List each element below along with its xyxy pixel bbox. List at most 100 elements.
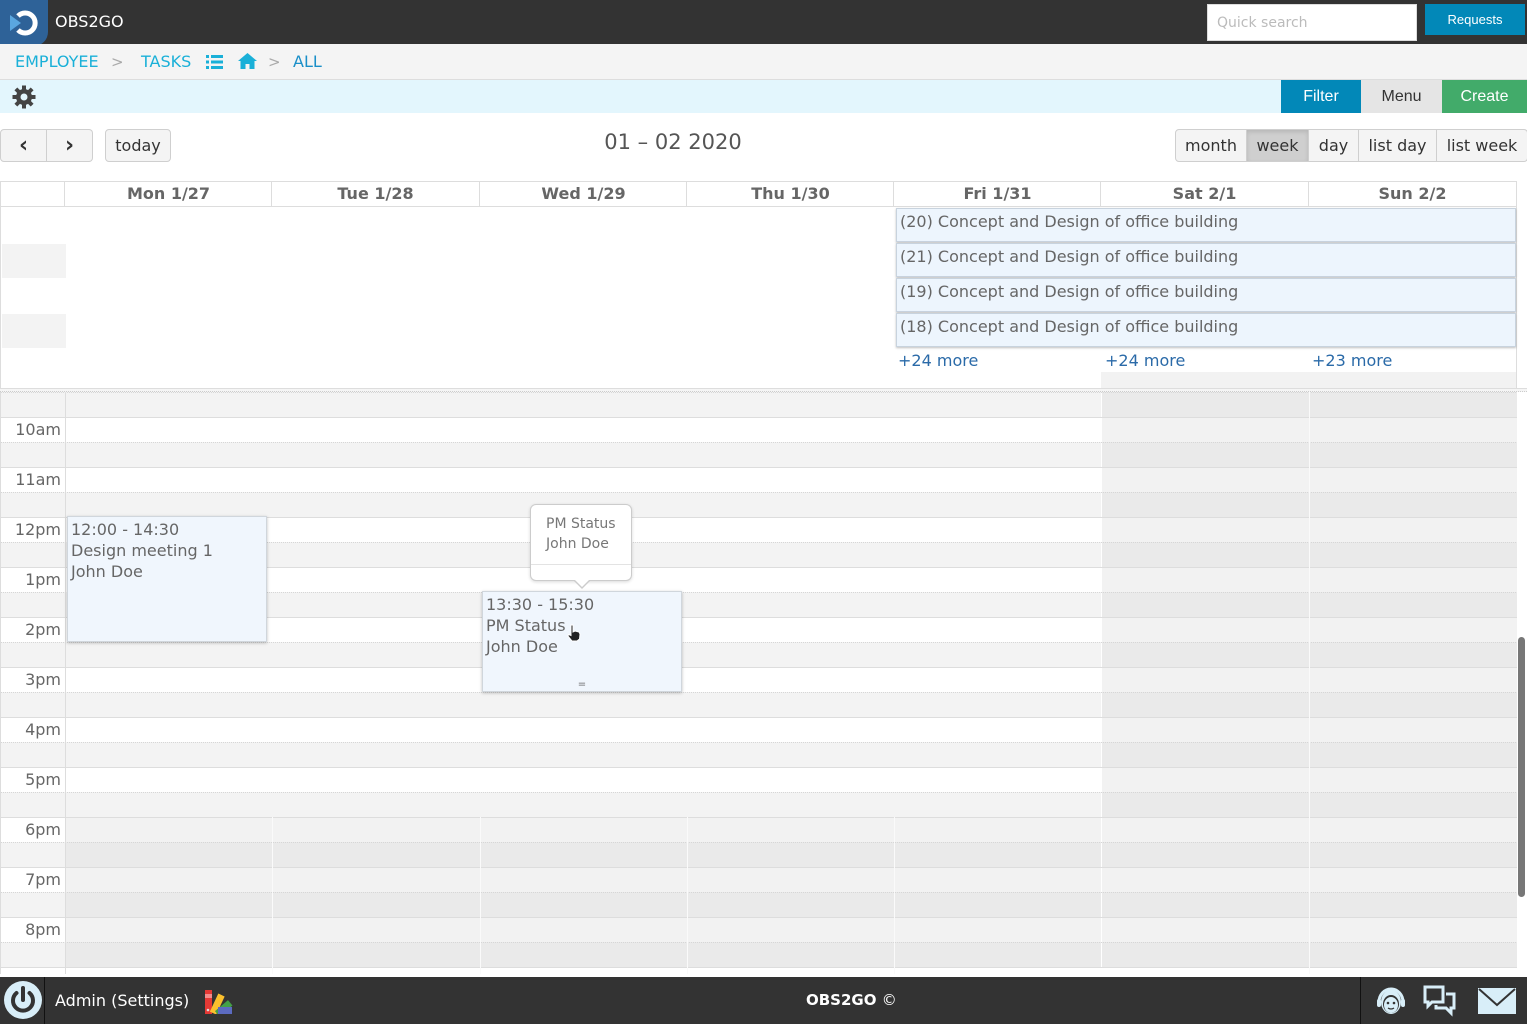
half-hour-line (1, 842, 1517, 867)
day-column-line (1309, 392, 1310, 974)
event-design-meeting[interactable]: 12:00 - 14:30 Design meeting 1 John Doe (67, 516, 267, 642)
hour-line (1, 467, 1517, 492)
day-header-sun[interactable]: Sun 2/2 (1308, 181, 1517, 207)
time-label: 10am (15, 420, 61, 439)
time-label: 11am (15, 470, 61, 489)
weekend-shade (1101, 372, 1516, 389)
quick-search-input[interactable] (1207, 4, 1417, 41)
view-week-button[interactable]: week (1247, 129, 1309, 162)
more-link-sat[interactable]: +24 more (1105, 351, 1185, 370)
menu-button[interactable]: Menu (1361, 80, 1442, 113)
day-header-tue[interactable]: Tue 1/28 (271, 181, 479, 207)
time-label: 1pm (25, 570, 61, 589)
time-label: 5pm (25, 770, 61, 789)
day-header-thu[interactable]: Thu 1/30 (686, 181, 894, 207)
power-icon[interactable] (4, 981, 42, 1019)
tooltip-title: PM Status (546, 516, 616, 532)
hour-line (1, 817, 1517, 842)
day-column-line (687, 817, 688, 974)
mail-icon[interactable] (1478, 988, 1516, 1018)
day-column-line (894, 817, 895, 974)
event-resize-handle[interactable]: = (483, 680, 681, 690)
hour-line (1, 667, 1517, 692)
event-time: 13:30 - 15:30 (486, 595, 595, 614)
top-bar: OBS2GO Requests (0, 0, 1527, 46)
half-hour-line (1, 892, 1517, 917)
gear-icon[interactable] (12, 85, 36, 113)
prev-next-group: ‹ › (0, 129, 93, 162)
footer-divider (1360, 977, 1361, 1024)
day-header-mon[interactable]: Mon 1/27 (64, 181, 272, 207)
color-palette-icon[interactable] (205, 990, 233, 1018)
admin-settings-link[interactable]: Admin (Settings) (55, 991, 189, 1010)
app-name: OBS2GO (55, 12, 124, 31)
calendar-title: 01 – 02 2020 (604, 130, 742, 154)
toolbar: Filter Menu Create (0, 80, 1527, 113)
day-header-sat[interactable]: Sat 2/1 (1100, 181, 1308, 207)
half-hour-line (1, 792, 1517, 817)
next-button[interactable]: › (47, 129, 93, 162)
hour-line (1, 917, 1517, 942)
half-hour-line (1, 742, 1517, 767)
half-hour-line (1, 692, 1517, 717)
event-person: John Doe (486, 637, 558, 656)
day-column-line (272, 817, 273, 974)
tooltip-arrow (573, 579, 591, 589)
allday-event[interactable]: (19) Concept and Design of office buildi… (896, 278, 1516, 312)
allday-axis-strip (2, 244, 66, 278)
time-label: 8pm (25, 920, 61, 939)
event-title: PM Status (486, 616, 566, 635)
event-pm-status[interactable]: 13:30 - 15:30 PM Status John Doe = (482, 591, 682, 692)
time-label: 6pm (25, 820, 61, 839)
axis-header (0, 181, 65, 207)
day-header-wed[interactable]: Wed 1/29 (479, 181, 687, 207)
tooltip-person: John Doe (546, 536, 609, 552)
breadcrumb-separator: > (111, 53, 124, 71)
obs2go-logo-icon[interactable] (0, 0, 48, 46)
time-label: 4pm (25, 720, 61, 739)
chat-icon[interactable] (1423, 985, 1457, 1021)
scrollbar-thumb[interactable] (1518, 637, 1525, 897)
home-icon[interactable] (238, 53, 257, 73)
hour-line (1, 767, 1517, 792)
today-button[interactable]: today (105, 129, 171, 162)
time-label: 3pm (25, 670, 61, 689)
create-button[interactable]: Create (1442, 80, 1527, 113)
filter-button[interactable]: Filter (1281, 80, 1361, 113)
allday-event[interactable]: (21) Concept and Design of office buildi… (896, 243, 1516, 277)
support-agent-icon[interactable] (1373, 982, 1409, 1022)
half-hour-line (1, 442, 1517, 467)
half-hour-line (1, 642, 1517, 667)
hour-line (1, 867, 1517, 892)
half-hour-line (1, 942, 1517, 967)
hour-line (1, 417, 1517, 442)
requests-button[interactable]: Requests (1425, 4, 1525, 35)
more-link-sun[interactable]: +23 more (1312, 351, 1392, 370)
breadcrumb-employee[interactable]: EMPLOYEE (15, 52, 99, 71)
allday-axis-strip (2, 314, 66, 348)
more-link-fri[interactable]: +24 more (898, 351, 978, 370)
view-day-button[interactable]: day (1309, 129, 1359, 162)
day-header-fri[interactable]: Fri 1/31 (893, 181, 1101, 207)
hour-line (1, 967, 1517, 974)
list-icon[interactable] (206, 54, 223, 73)
half-hour-line (1, 392, 1517, 417)
allday-event[interactable]: (18) Concept and Design of office buildi… (896, 313, 1516, 347)
copyright: OBS2GO © (806, 991, 897, 1009)
breadcrumb-tasks[interactable]: TASKS (141, 52, 191, 71)
event-time: 12:00 - 14:30 (71, 520, 180, 539)
view-switcher: month week day list day list week (1175, 129, 1527, 162)
time-label: 2pm (25, 620, 61, 639)
time-label: 7pm (25, 870, 61, 889)
today-group: today (105, 129, 171, 162)
view-list-day-button[interactable]: list day (1359, 129, 1437, 162)
footer-divider (44, 977, 45, 1024)
hour-line (1, 717, 1517, 742)
allday-event[interactable]: (20) Concept and Design of office buildi… (896, 208, 1516, 242)
view-list-week-button[interactable]: list week (1437, 129, 1527, 162)
time-grid: 10am 11am 12pm 1pm 2pm 3pm 4pm 5pm 6pm 7pm 8pm 12:… (0, 392, 1517, 974)
prev-button[interactable]: ‹ (0, 129, 47, 162)
breadcrumb-all[interactable]: ALL (293, 52, 322, 71)
breadcrumb: EMPLOYEE > TASKS > ALL (0, 44, 1527, 80)
view-month-button[interactable]: month (1175, 129, 1247, 162)
